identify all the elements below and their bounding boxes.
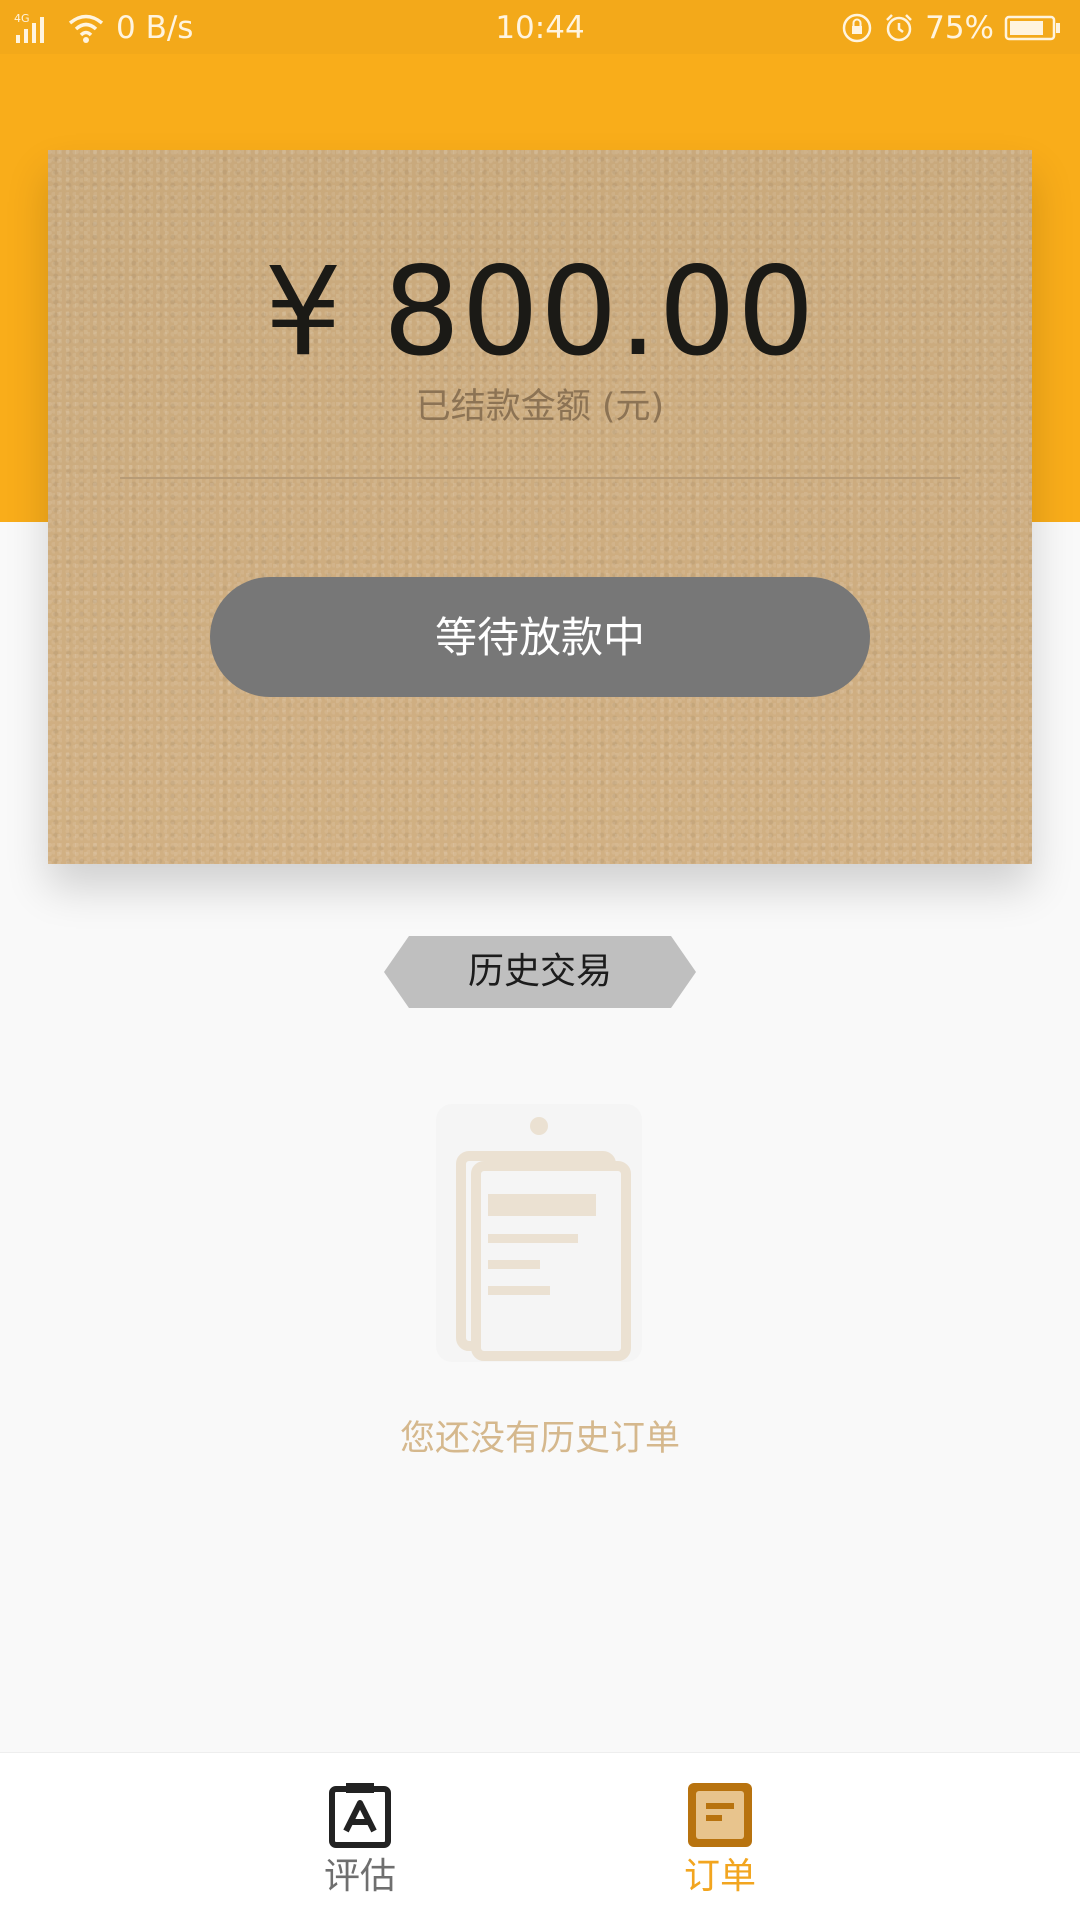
bottom-nav: 评估 订单 bbox=[0, 1752, 1080, 1921]
history-transactions-tag[interactable]: 历史交易 bbox=[384, 936, 696, 1008]
settled-amount-label: 已结款金额 (元) bbox=[415, 387, 665, 427]
tab-orders[interactable]: 订单 bbox=[620, 1753, 820, 1921]
card-divider bbox=[120, 477, 960, 479]
empty-orders-icon bbox=[436, 1104, 642, 1362]
settled-amount: ¥ 800.00 bbox=[264, 241, 816, 383]
battery-icon bbox=[1004, 15, 1060, 41]
empty-orders-message: 您还没有历史订单 bbox=[399, 1419, 680, 1459]
battery-percent: 75% bbox=[925, 10, 994, 46]
tab-orders-label: 订单 bbox=[683, 1856, 756, 1897]
tab-assess-label: 评估 bbox=[323, 1856, 396, 1897]
tab-assess[interactable]: 评估 bbox=[260, 1753, 460, 1921]
rotation-lock-icon bbox=[842, 13, 872, 43]
alarm-icon bbox=[886, 14, 912, 42]
status-right: 75% bbox=[841, 8, 1062, 48]
status-bar: 4G 0 B/s 10:44 75% bbox=[0, 0, 1080, 54]
clipboard-a-icon bbox=[329, 1783, 391, 1848]
awaiting-payout-button[interactable]: 等待放款中 bbox=[210, 577, 870, 697]
order-icon bbox=[688, 1783, 752, 1847]
settlement-card: ¥ 800.00 已结款金额 (元) 等待放款中 bbox=[48, 150, 1032, 864]
